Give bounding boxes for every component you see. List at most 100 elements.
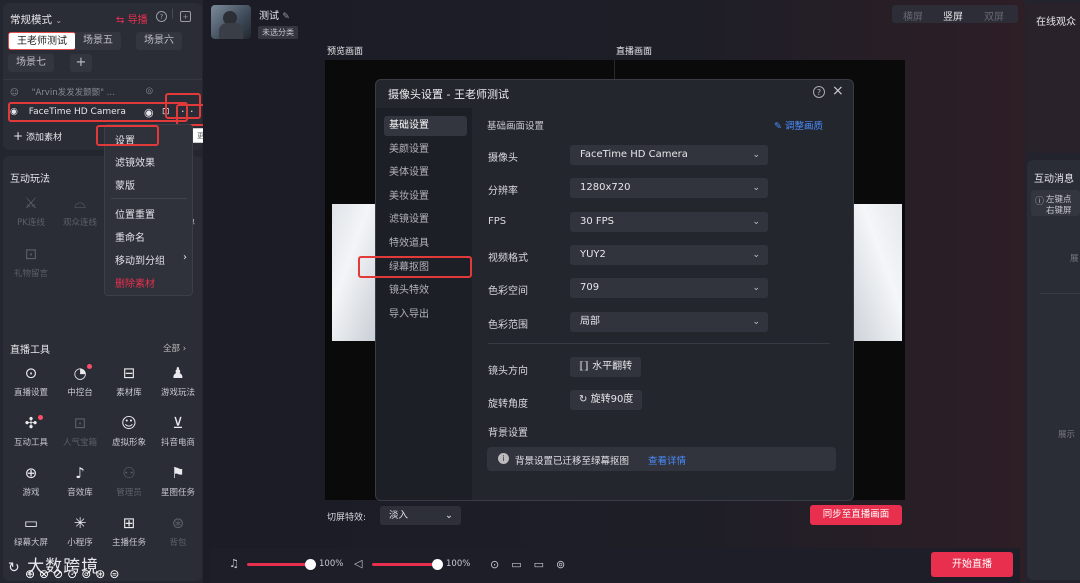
field-value: 709	[580, 282, 600, 294]
bottom-tool-icons[interactable]: ⊙▭▭⊚	[490, 558, 577, 571]
tool-item[interactable]: ⚑ 星图任务	[154, 464, 202, 498]
right-panel: 在线观众 互动消息 ⓘ 左键点 右键屏 展 展示	[1025, 0, 1080, 583]
shopping-cart-icon: ⊻	[172, 414, 184, 432]
item-label: PK连线	[17, 218, 45, 228]
scene-tab-2[interactable]: 场景六	[136, 32, 182, 50]
orient-portrait[interactable]: 竖屏	[943, 8, 963, 23]
scene-tab-0[interactable]: 王老师测试	[8, 32, 76, 50]
category-tag[interactable]: 未选分类	[258, 26, 298, 39]
tool-item[interactable]: ⊟ 素材库	[105, 364, 153, 398]
menu-item-rename[interactable]: 重命名	[115, 229, 145, 244]
dialog-sidebar: 基础设置 美颜设置 美体设置 美妆设置 滤镜设置 特效道具 绿幕抠图 镜头特效 导入导出	[376, 108, 472, 500]
close-icon[interactable]: ×	[832, 83, 844, 99]
add-source-button[interactable]: + 添加素材	[13, 129, 62, 143]
item-label: 主播任务	[111, 538, 146, 548]
menu-item-mask[interactable]: 蒙版	[115, 177, 135, 192]
field-select[interactable]: 709 ⌄	[570, 278, 768, 299]
mode-selector[interactable]: 常规模式 ⌄	[10, 12, 62, 27]
tool-item[interactable]: ✳ 小程序	[56, 514, 104, 548]
add-scene-button[interactable]: +	[70, 54, 92, 72]
interactive-item[interactable]: ⚔ PK连线	[7, 194, 55, 228]
field-select[interactable]: 30 FPS ⌄	[570, 211, 768, 232]
notification-dot	[38, 415, 43, 420]
edit-icon[interactable]: ✎	[282, 12, 290, 22]
tool-item[interactable]: ⊞ 主播任务	[105, 514, 153, 548]
menu-item-delete[interactable]: 删除素材	[115, 275, 155, 290]
user-name[interactable]: 测试 ✎	[259, 7, 290, 22]
tool-item[interactable]: ▭ 绿幕大屏	[7, 514, 55, 548]
help-icon[interactable]: ?	[156, 11, 167, 22]
speaker-icon[interactable]: ◁	[354, 557, 362, 570]
see-all-link[interactable]: 全部 ›	[163, 342, 186, 354]
tool-item[interactable]: ⊻ 抖音电商	[154, 414, 202, 448]
flip-horizontal-button[interactable]: ⟦⟧ 水平翻转	[570, 357, 642, 377]
orient-landscape[interactable]: 横屏	[903, 8, 923, 23]
slider-handle[interactable]	[432, 559, 443, 570]
interactive-item[interactable]: ⊡ 礼物留言	[7, 245, 55, 279]
director-button[interactable]: ⇆ 导播	[116, 11, 148, 26]
mode-label: 常规模式	[10, 14, 52, 26]
flip-label: 水平翻转	[592, 361, 633, 372]
bottom-toolbar-icons[interactable]: ⊕⊗⊘⊙⊚⊛⊜	[25, 567, 123, 581]
field-select[interactable]: 1280x720 ⌄	[570, 178, 768, 199]
hint-line: 右键屏	[1046, 206, 1072, 216]
start-live-button[interactable]: 开始直播	[931, 552, 1013, 577]
dialog-nav-item[interactable]: 美颜设置	[384, 140, 467, 160]
item-label: 抖音电商	[160, 438, 195, 448]
tool-item[interactable]: ⊕ 游戏	[7, 464, 55, 498]
tool-item[interactable]: ⚇ 管理员	[105, 464, 153, 498]
microphone-icon[interactable]: ♫	[229, 557, 239, 570]
tool-item[interactable]: ♟ 游戏玩法	[154, 364, 202, 398]
menu-item-filter[interactable]: 滤镜效果	[115, 154, 155, 169]
item-label: 礼物留言	[13, 269, 48, 279]
tool-item[interactable]: ◔ 中控台	[56, 364, 104, 398]
transition-select[interactable]: 淡入 ⌄	[380, 506, 461, 525]
speaker-volume-slider[interactable]	[372, 563, 438, 566]
field-select[interactable]: FaceTime HD Camera ⌄	[570, 145, 768, 165]
help-icon[interactable]: ?	[813, 86, 825, 98]
scene-tab-3[interactable]: 场景七	[8, 54, 54, 72]
dialog-nav-item[interactable]: 特效道具	[384, 234, 467, 254]
section-title: 互动玩法	[10, 174, 50, 185]
rotate-button[interactable]: ↻ 旋转90度	[570, 390, 643, 410]
live-label: 直播画面	[616, 47, 653, 57]
dialog-nav-item[interactable]: 导入导出	[384, 305, 467, 325]
scene-tab-1[interactable]: 场景五	[75, 32, 121, 50]
dialog-nav-item[interactable]: 镜头特效	[384, 281, 467, 301]
item-label: 观众连线	[62, 218, 97, 228]
avatar[interactable]	[211, 5, 251, 39]
adjust-quality-link[interactable]: ✎ 调整画质	[774, 118, 823, 132]
item-label: 中控台	[67, 388, 93, 398]
see-all-label: 全部	[163, 344, 181, 354]
tool-item[interactable]: ♪ 音效库	[56, 464, 104, 498]
star-task-icon: ⚑	[171, 464, 185, 482]
field-select[interactable]: YUY2 ⌄	[570, 244, 768, 265]
dialog-nav-item[interactable]: 美妆设置	[384, 187, 467, 207]
divider	[3, 79, 202, 80]
tool-item[interactable]: ⊡ 人气宝箱	[56, 414, 104, 448]
tool-item[interactable]: ⊙ 直播设置	[7, 364, 55, 398]
menu-item-move-group[interactable]: 移动到分组 ›	[115, 252, 187, 267]
item-label: 背包	[169, 538, 187, 548]
orient-dual[interactable]: 双屏	[984, 8, 1004, 23]
watermark-logo-icon: ↻	[8, 560, 21, 576]
view-details-link[interactable]: 查看详情	[648, 453, 686, 467]
field-select[interactable]: 局部 ⌄	[570, 311, 768, 332]
dialog-nav-item[interactable]: 基础设置	[384, 116, 467, 136]
eye-hidden-icon[interactable]: ◎	[146, 86, 153, 96]
dialog-nav-item[interactable]: 滤镜设置	[384, 210, 467, 230]
tool-item[interactable]: ⊛ 背包	[154, 514, 202, 548]
sync-button[interactable]: 同步至直播画面	[810, 505, 902, 525]
section-title: 基础画面设置	[487, 121, 545, 132]
mic-volume-slider[interactable]	[247, 563, 311, 566]
add-scene-icon[interactable]: +	[180, 11, 191, 22]
menu-item-reset-position[interactable]: 位置重置	[115, 206, 155, 221]
highlight-box	[96, 125, 159, 146]
slider-handle[interactable]	[305, 559, 316, 570]
field-value: YUY2	[580, 248, 606, 260]
tool-item[interactable]: ☺ 虚拟形象	[105, 414, 153, 448]
interactive-item[interactable]: ⌓ 观众连线	[56, 194, 104, 228]
dialog-nav-item[interactable]: 美体设置	[384, 163, 467, 183]
background-notice: i 背景设置已迁移至绿幕抠图 查看详情	[487, 447, 836, 471]
tool-item[interactable]: ✣ 互动工具	[7, 414, 55, 448]
